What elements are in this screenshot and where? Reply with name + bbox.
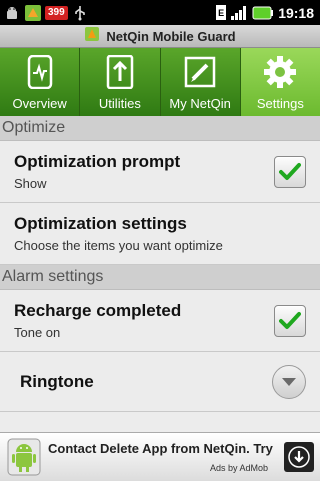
section-header-alarm-settings: Alarm settings: [0, 265, 320, 290]
tab-my-netqin[interactable]: My NetQin: [161, 48, 241, 116]
setting-recharge-completed[interactable]: Recharge completed Tone on: [0, 290, 320, 352]
recharge-completed-checkbox[interactable]: [274, 304, 306, 337]
network-type-icon: E: [216, 5, 227, 20]
app-title: NetQin Mobile Guard: [106, 28, 236, 44]
status-bar: 399 E 19:18: [0, 0, 320, 25]
chevron-down-icon: [282, 377, 296, 386]
tab-label: Settings: [256, 96, 304, 111]
setting-optimization-prompt[interactable]: Optimization prompt Show: [0, 141, 320, 203]
setting-optimization-settings[interactable]: Optimization settings Choose the items y…: [0, 203, 320, 265]
tab-overview[interactable]: Overview: [0, 48, 81, 116]
setting-subtitle: Choose the items you want optimize: [14, 238, 223, 253]
setting-title: Optimization settings: [14, 214, 187, 233]
usb-icon: [71, 4, 89, 22]
android-debug-icon: [3, 4, 21, 22]
battery-icon: [252, 4, 274, 22]
section-header-optimize: Optimize: [0, 116, 320, 141]
setting-title: Recharge completed: [14, 301, 182, 320]
tab-label: Overview: [12, 96, 67, 111]
app-notification-icon: [24, 4, 42, 22]
setting-subtitle: Show: [14, 176, 47, 191]
checkmark-icon: [279, 162, 301, 180]
phone-chart-icon: [22, 54, 58, 90]
setting-subtitle: Tone on: [14, 325, 61, 340]
signal-icon: [230, 4, 248, 22]
upload-arrow-icon: [102, 54, 138, 90]
ringtone-dropdown[interactable]: [272, 364, 306, 399]
app-title-bar: NetQin Mobile Guard: [0, 25, 320, 48]
setting-title: Optimization prompt: [14, 152, 181, 171]
clock: 19:18: [278, 4, 314, 21]
ad-attribution: Ads by AdMob: [210, 463, 269, 473]
settings-list[interactable]: Optimize Optimization prompt Show Optimi…: [0, 116, 320, 432]
download-icon: [288, 446, 310, 468]
ad-text[interactable]: Contact Delete App from NetQin. Try: [48, 441, 273, 456]
android-robot-icon: [6, 438, 42, 476]
optimization-prompt-checkbox[interactable]: [274, 155, 306, 188]
tab-label: Utilities: [98, 96, 141, 111]
edit-box-icon: [182, 54, 218, 90]
download-button[interactable]: [284, 442, 314, 472]
ad-banner[interactable]: Contact Delete App from NetQin. Try Ads …: [0, 432, 320, 481]
setting-title: Ringtone: [20, 371, 94, 391]
setting-ringtone[interactable]: Ringtone: [0, 352, 320, 412]
app-logo-icon: [84, 26, 100, 46]
tab-bar: Overview Utilities My NetQin Settings: [0, 48, 320, 116]
gear-icon: [262, 54, 298, 90]
calendar-badge: 399: [45, 5, 68, 20]
tab-label: My NetQin: [169, 96, 231, 111]
tab-settings[interactable]: Settings: [240, 48, 320, 116]
tab-utilities[interactable]: Utilities: [80, 48, 161, 116]
checkmark-icon: [279, 311, 301, 329]
